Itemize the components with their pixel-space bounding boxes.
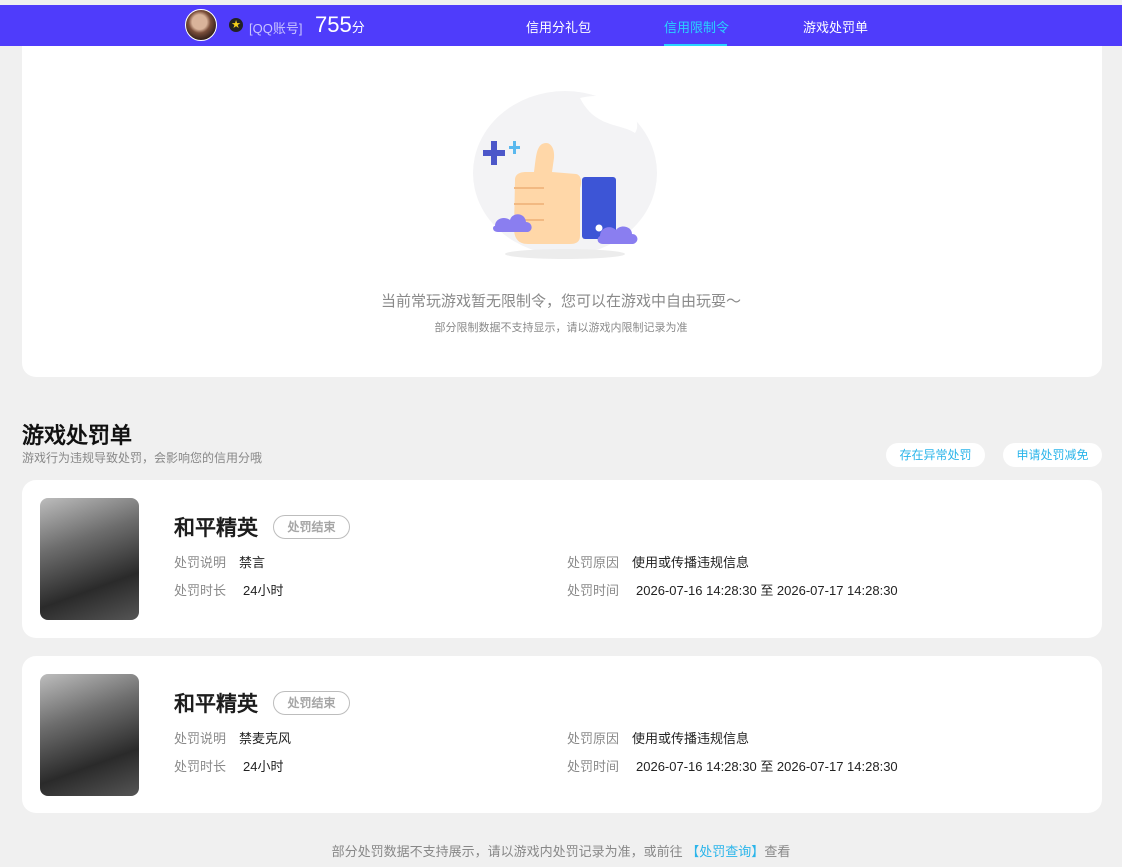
time-value: 2026-07-16 14:28:30 至 2026-07-17 14:28:3… [636,759,898,774]
credit-score: 755分 [315,12,365,38]
footer-note: 部分处罚数据不支持展示，请以游戏内处罚记录为准，或前往 【处罚查询】查看 [0,841,1122,860]
penalty-card: 和平精英 处罚结束 处罚说明 禁麦克风 处罚时长 24小时 处罚原因 使用或传播… [22,656,1102,813]
empty-state-note: 部分限制数据不支持显示，请以游戏内限制记录为准 [434,322,688,334]
thumbs-up-illustration [473,91,657,259]
abnormal-penalty-button[interactable]: 存在异常处罚 [886,443,985,467]
user-avatar[interactable] [185,9,217,41]
penalty-card: 和平精英 处罚结束 处罚说明 禁言 处罚时长 24小时 处罚原因 使用或传播违规… [22,480,1102,638]
reason-value: 使用或传播违规信息 [632,555,750,570]
status-badge: 处罚结束 [273,691,350,715]
credit-score-value: 755 [315,12,352,37]
credit-score-unit: 分 [351,20,365,35]
top-nav-bar: ★ [QQ账号] 755分 信用分礼包 信用限制令 游戏处罚单 [0,5,1122,46]
empty-state-message: 当前常玩游戏暂无限制令，您可以在游戏中自由玩耍～ [380,293,741,310]
reason-value: 使用或传播违规信息 [632,731,750,746]
tab-credit-gift[interactable]: 信用分礼包 [526,17,591,36]
duration-label: 处罚时长 [174,759,227,774]
game-name: 和平精英 [174,693,258,716]
time-value: 2026-07-16 14:28:30 至 2026-07-17 14:28:3… [636,583,898,598]
game-thumbnail [40,674,139,796]
tab-credit-restriction[interactable]: 信用限制令 [664,17,729,36]
desc-value: 禁言 [239,555,266,570]
game-name: 和平精英 [174,517,258,540]
section-subtitle: 游戏行为违规导致处罚，会影响您的信用分哦 [22,451,263,465]
tab-game-penalty[interactable]: 游戏处罚单 [803,17,868,36]
reason-label: 处罚原因 [567,731,620,746]
reason-label: 处罚原因 [567,555,620,570]
duration-value: 24小时 [243,583,284,598]
time-label: 处罚时间 [567,583,620,598]
game-thumbnail [40,498,139,620]
footer-text-end: 查看 [764,844,791,859]
penalty-query-link[interactable]: 【处罚查询】 [686,844,764,859]
footer-text: 部分处罚数据不支持展示，请以游戏内处罚记录为准，或前往 [331,844,683,859]
status-badge: 处罚结束 [273,515,350,539]
account-type-label: [QQ账号] [249,21,303,36]
desc-value: 禁麦克风 [239,731,292,746]
desc-label: 处罚说明 [174,731,227,746]
time-label: 处罚时间 [567,759,620,774]
apply-reduction-button[interactable]: 申请处罚减免 [1003,443,1102,467]
section-title: 游戏处罚单 [22,423,133,448]
duration-value: 24小时 [243,759,284,774]
star-icon: ★ [229,18,243,32]
duration-label: 处罚时长 [174,583,227,598]
desc-label: 处罚说明 [174,555,227,570]
